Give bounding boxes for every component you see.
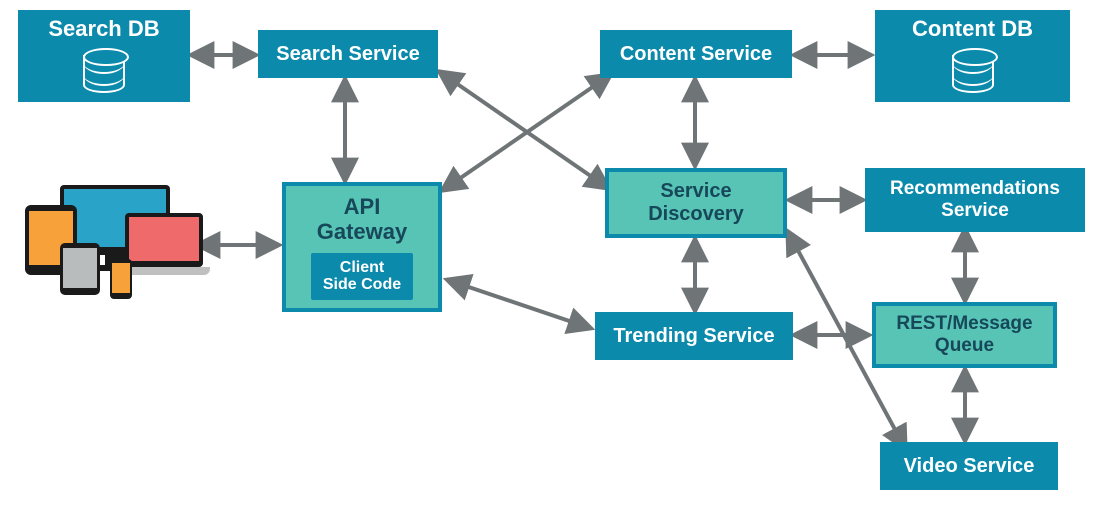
node-api-gateway: API Gateway Client Side Code bbox=[282, 182, 442, 312]
node-search-db: Search DB bbox=[18, 10, 190, 102]
label-rest-message-queue: REST/Message Queue bbox=[896, 313, 1032, 357]
label-content-service: Content Service bbox=[620, 43, 772, 66]
database-icon bbox=[83, 48, 125, 96]
node-service-discovery: Service Discovery bbox=[605, 168, 787, 238]
label-search-service: Search Service bbox=[276, 43, 419, 66]
label-api-gateway: API Gateway bbox=[317, 194, 408, 245]
label-client-side-code: Client Side Code bbox=[311, 253, 413, 300]
client-devices-icon bbox=[20, 185, 195, 305]
node-trending-service: Trending Service bbox=[595, 312, 793, 360]
label-video-service: Video Service bbox=[904, 455, 1035, 478]
node-content-service: Content Service bbox=[600, 30, 792, 78]
node-content-db: Content DB bbox=[875, 10, 1070, 102]
database-icon bbox=[952, 48, 994, 96]
node-search-service: Search Service bbox=[258, 30, 438, 78]
label-search-db: Search DB bbox=[48, 16, 159, 42]
node-recommendations-service: Recommendations Service bbox=[865, 168, 1085, 232]
node-rest-message-queue: REST/Message Queue bbox=[872, 302, 1057, 368]
label-service-discovery: Service Discovery bbox=[648, 180, 744, 226]
label-recommendations-service: Recommendations Service bbox=[890, 178, 1060, 222]
node-video-service: Video Service bbox=[880, 442, 1058, 490]
label-trending-service: Trending Service bbox=[613, 325, 774, 348]
label-content-db: Content DB bbox=[912, 16, 1033, 42]
